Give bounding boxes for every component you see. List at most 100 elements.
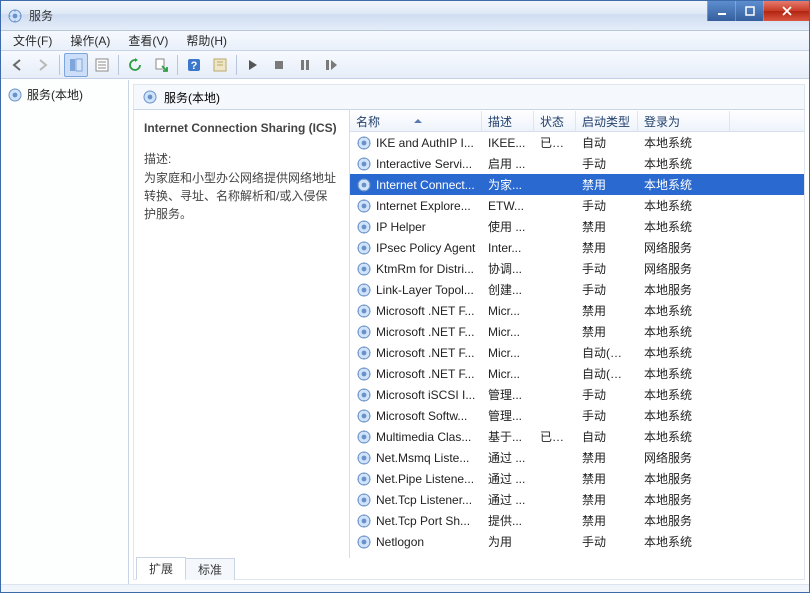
service-logon: 网络服务 [638, 449, 730, 466]
service-start: 手动 [576, 260, 638, 277]
tree-root-services[interactable]: 服务(本地) [3, 84, 126, 105]
service-logon: 本地系统 [638, 407, 730, 424]
service-row[interactable]: IKE and AuthIP I...IKEE...已启动自动本地系统 [350, 132, 804, 153]
filter-button[interactable] [208, 53, 232, 77]
service-row[interactable]: Multimedia Clas...基于...已启动自动本地系统 [350, 426, 804, 447]
service-logon: 本地服务 [638, 281, 730, 298]
tab-extended[interactable]: 扩展 [136, 557, 186, 580]
service-desc: 启用 ... [482, 155, 534, 172]
start-service-button[interactable] [241, 53, 265, 77]
service-desc: IKEE... [482, 136, 534, 150]
pause-service-button[interactable] [293, 53, 317, 77]
service-start: 禁用 [576, 449, 638, 466]
service-logon: 本地系统 [638, 344, 730, 361]
restart-service-button[interactable] [319, 53, 343, 77]
list-body[interactable]: IKE and AuthIP I...IKEE...已启动自动本地系统Inter… [350, 132, 804, 558]
service-logon: 本地服务 [638, 470, 730, 487]
service-row[interactable]: Microsoft Softw...管理...手动本地系统 [350, 405, 804, 426]
gear-icon [356, 450, 372, 466]
menu-view[interactable]: 查看(V) [120, 31, 176, 50]
service-name: Microsoft .NET F... [376, 346, 474, 360]
service-row[interactable]: IPsec Policy AgentInter...禁用网络服务 [350, 237, 804, 258]
service-row[interactable]: Microsoft .NET F...Micr...禁用本地系统 [350, 300, 804, 321]
forward-button[interactable] [31, 53, 55, 77]
maximize-button[interactable] [735, 1, 763, 21]
description-body: 为家庭和小型办公网络提供网络地址转换、寻址、名称解析和/或入侵保护服务。 [144, 169, 339, 223]
service-start: 手动 [576, 533, 638, 550]
service-name: Microsoft .NET F... [376, 367, 474, 381]
service-logon: 本地系统 [638, 365, 730, 382]
service-row[interactable]: Interactive Servi...启用 ...手动本地系统 [350, 153, 804, 174]
service-row[interactable]: KtmRm for Distri...协调...手动网络服务 [350, 258, 804, 279]
service-name: Internet Connect... [376, 178, 475, 192]
toolbar-separator [236, 55, 237, 75]
service-row[interactable]: Net.Tcp Port Sh...提供...禁用本地服务 [350, 510, 804, 531]
service-row[interactable]: Net.Tcp Listener...通过 ...禁用本地服务 [350, 489, 804, 510]
service-desc: 管理... [482, 407, 534, 424]
gear-icon [356, 198, 372, 214]
service-row[interactable]: Netlogon为用手动本地系统 [350, 531, 804, 552]
gear-icon [356, 387, 372, 403]
service-desc: 基于... [482, 428, 534, 445]
pane-content: Internet Connection Sharing (ICS) 描述: 为家… [133, 110, 805, 558]
refresh-button[interactable] [123, 53, 147, 77]
service-name: Net.Pipe Listene... [376, 472, 474, 486]
service-name: Link-Layer Topol... [376, 283, 474, 297]
service-desc: 为家... [482, 176, 534, 193]
service-desc: Micr... [482, 325, 534, 339]
service-row[interactable]: Internet Connect...为家...禁用本地系统 [350, 174, 804, 195]
service-start: 禁用 [576, 470, 638, 487]
service-logon: 网络服务 [638, 260, 730, 277]
service-desc: 提供... [482, 512, 534, 529]
menu-help[interactable]: 帮助(H) [178, 31, 235, 50]
service-desc: 为用 [482, 533, 534, 550]
service-row[interactable]: Microsoft .NET F...Micr...禁用本地系统 [350, 321, 804, 342]
back-button[interactable] [5, 53, 29, 77]
menu-action[interactable]: 操作(A) [62, 31, 118, 50]
service-logon: 本地系统 [638, 176, 730, 193]
close-button[interactable] [763, 1, 809, 21]
service-row[interactable]: Link-Layer Topol... 创建... 手动本地服务 [350, 279, 804, 300]
column-header-startup[interactable]: 启动类型 [576, 111, 638, 131]
service-desc: 通过 ... [482, 470, 534, 487]
tree-root-label: 服务(本地) [27, 86, 83, 103]
service-start: 手动 [576, 281, 638, 298]
service-start: 自动(延迟... [576, 365, 638, 382]
column-header-logon[interactable]: 登录为 [638, 111, 730, 131]
stop-service-button[interactable] [267, 53, 291, 77]
service-row[interactable]: Microsoft iSCSI I...管理...手动本地系统 [350, 384, 804, 405]
service-name: IPsec Policy Agent [376, 241, 475, 255]
column-header-desc[interactable]: 描述 [482, 111, 534, 131]
services-list: 名称 描述 状态 启动类型 登录为 IKE and AuthIP I...IKE… [350, 110, 804, 558]
gear-icon [356, 240, 372, 256]
service-name: Multimedia Clas... [376, 430, 471, 444]
service-logon: 本地系统 [638, 428, 730, 445]
help-button[interactable]: ? [182, 53, 206, 77]
selected-service-title: Internet Connection Sharing (ICS) [144, 120, 339, 136]
gear-icon [356, 177, 372, 193]
column-header-name[interactable]: 名称 [350, 111, 482, 131]
properties-button[interactable] [90, 53, 114, 77]
gear-icon [356, 408, 372, 424]
service-row[interactable]: Microsoft .NET F... Micr... 自动(延迟...本地系统 [350, 342, 804, 363]
service-row[interactable]: Microsoft .NET F...Micr...自动(延迟...本地系统 [350, 363, 804, 384]
service-start: 禁用 [576, 302, 638, 319]
service-desc: Micr... [482, 346, 534, 360]
service-row[interactable]: IP Helper使用 ...禁用本地系统 [350, 216, 804, 237]
export-button[interactable] [149, 53, 173, 77]
column-header-status[interactable]: 状态 [534, 111, 576, 131]
service-name: Net.Tcp Port Sh... [376, 514, 470, 528]
gear-icon [356, 303, 372, 319]
menu-file[interactable]: 文件(F) [5, 31, 60, 50]
minimize-button[interactable] [707, 1, 735, 21]
service-start: 自动(延迟... [576, 344, 638, 361]
gear-icon [142, 89, 158, 105]
service-row[interactable]: Internet Explore...ETW...手动本地系统 [350, 195, 804, 216]
service-row[interactable]: Net.Msmq Liste...通过 ...禁用网络服务 [350, 447, 804, 468]
pane-header: 服务(本地) [133, 84, 805, 110]
show-hide-tree-button[interactable] [64, 53, 88, 77]
service-desc: 创建... [482, 281, 534, 298]
service-start: 手动 [576, 407, 638, 424]
tab-standard[interactable]: 标准 [185, 558, 235, 580]
service-row[interactable]: Net.Pipe Listene... 通过 ... 禁用本地服务 [350, 468, 804, 489]
